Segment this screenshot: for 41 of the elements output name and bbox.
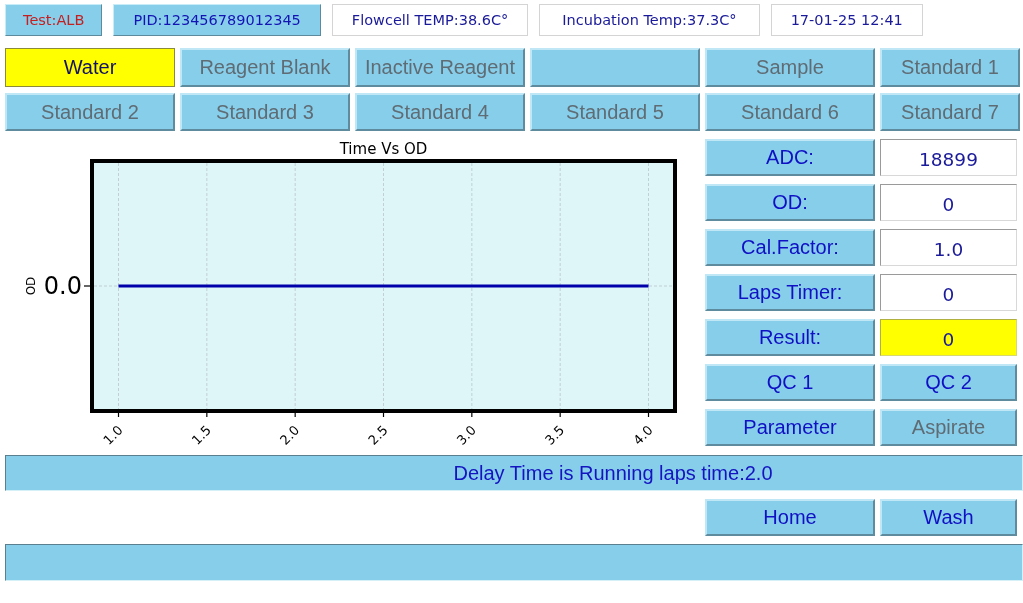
patient-id-label: PID:123456789012345 (113, 4, 321, 36)
reading-label: Cal.Factor: (705, 229, 875, 266)
action-button[interactable]: Parameter (705, 409, 875, 446)
flowcell-temperature: Flowcell TEMP:38.6C° (331, 4, 529, 36)
reading-value: 0 (880, 319, 1017, 356)
tick-mark (117, 412, 120, 418)
tick-mark (647, 412, 650, 418)
tick-mark (206, 412, 208, 418)
reading-value: 0 (880, 274, 1017, 311)
x-tick-label: 1.5 (188, 422, 214, 448)
action-button[interactable]: QC 1 (705, 364, 875, 401)
reading-value: 18899 (880, 139, 1017, 176)
x-tick-label: 2.0 (277, 422, 303, 448)
y-tick-label: 0.0 (43, 272, 82, 300)
x-tick-label: 4.0 (630, 422, 656, 448)
status-message: Delay Time is Running laps time:2.0 (5, 455, 1023, 491)
x-tick-label: 1.0 (100, 422, 126, 448)
reading-label: ADC: (705, 139, 875, 176)
date-time: 17-01-25 12:41 (770, 4, 923, 36)
test-label: Test:ALB (5, 4, 103, 36)
mode-button[interactable]: Water (5, 48, 175, 87)
reading-label: Laps Timer: (705, 274, 875, 311)
nav-button[interactable]: Wash (880, 499, 1017, 536)
reading-label: OD: (705, 184, 875, 221)
tick-mark (559, 412, 561, 418)
chart-title: Time Vs OD (339, 140, 428, 158)
reading-value: 1.0 (880, 229, 1017, 266)
tick-mark (471, 412, 473, 418)
reading-value: 0 (880, 184, 1017, 221)
x-tick-label: 2.5 (365, 422, 391, 448)
nav-button[interactable]: Home (705, 499, 875, 536)
tick-mark (382, 412, 385, 418)
y-axis-label: OD (24, 276, 38, 296)
mode-button[interactable] (530, 48, 700, 87)
action-button[interactable]: QC 2 (880, 364, 1017, 401)
reading-label: Result: (705, 319, 875, 356)
x-tick-label: 3.0 (453, 422, 479, 448)
x-tick-label: 3.5 (542, 422, 568, 448)
tick-mark (83, 285, 91, 287)
incubation-temperature: Incubation Temp:37.3C° (539, 4, 760, 36)
tick-mark (294, 412, 296, 418)
